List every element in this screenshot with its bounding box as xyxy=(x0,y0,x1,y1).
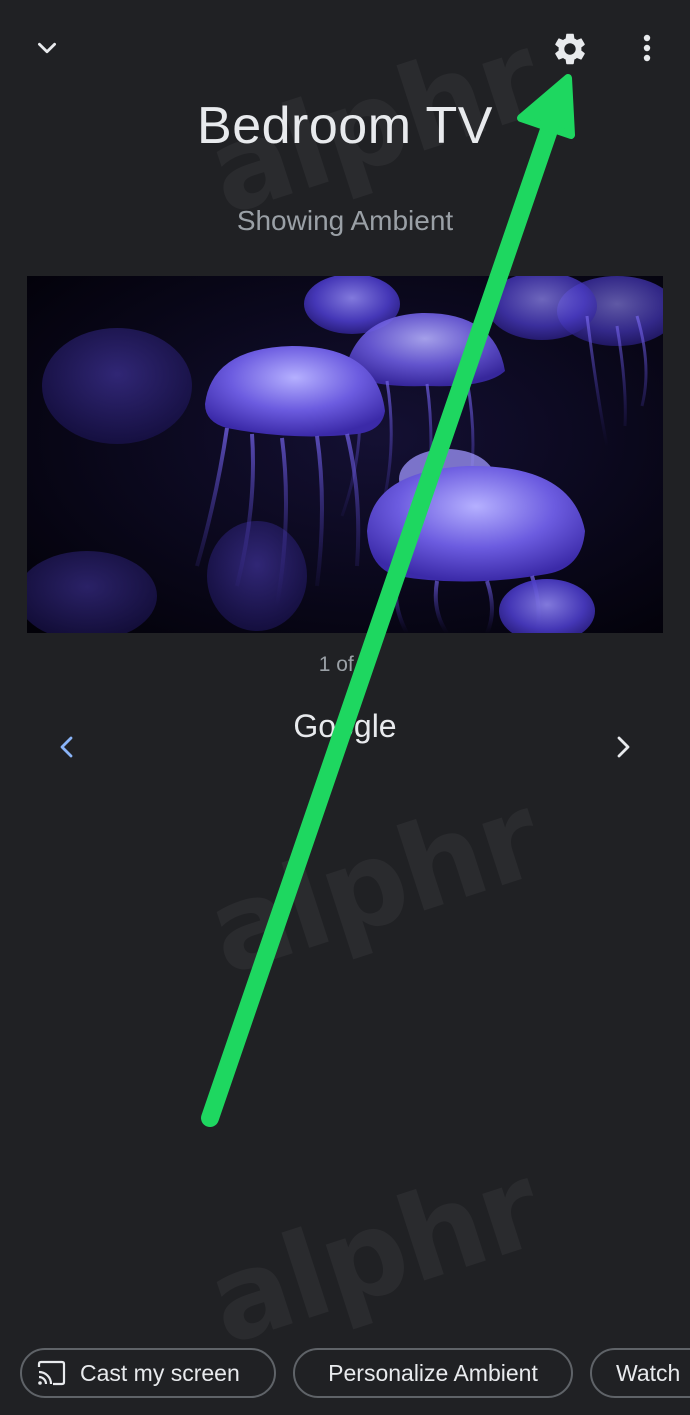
collapse-button[interactable] xyxy=(27,28,67,68)
cast-my-screen-chip[interactable]: Cast my screen xyxy=(20,1348,276,1398)
action-chips: Cast my screen Personalize Ambient Watch xyxy=(20,1348,690,1402)
cast-icon xyxy=(36,1360,66,1386)
device-status: Showing Ambient xyxy=(236,205,454,236)
jellyfish-photo xyxy=(27,276,663,633)
watermark: alphr xyxy=(191,766,555,1002)
chevron-down-icon xyxy=(38,42,56,54)
chevron-right-icon xyxy=(617,736,630,758)
chip-label: Cast my screen xyxy=(80,1359,240,1386)
chip-label: Personalize Ambient xyxy=(328,1359,538,1386)
chip-label: Watch xyxy=(616,1359,681,1386)
more-vert-icon xyxy=(643,34,651,62)
more-options-button[interactable] xyxy=(630,28,664,68)
device-title: Bedroom TV xyxy=(197,97,493,155)
ambient-source-name: Google xyxy=(293,708,397,744)
watch-chip[interactable]: Watch xyxy=(590,1348,690,1398)
slide-counter: 1 of 5 xyxy=(318,653,372,676)
personalize-ambient-chip[interactable]: Personalize Ambient xyxy=(293,1348,573,1398)
gear-icon xyxy=(555,33,585,65)
settings-button[interactable] xyxy=(547,26,593,72)
next-slide-button[interactable] xyxy=(602,726,644,768)
ambient-preview-image[interactable] xyxy=(27,276,663,633)
watermark: alphr xyxy=(191,1136,555,1372)
